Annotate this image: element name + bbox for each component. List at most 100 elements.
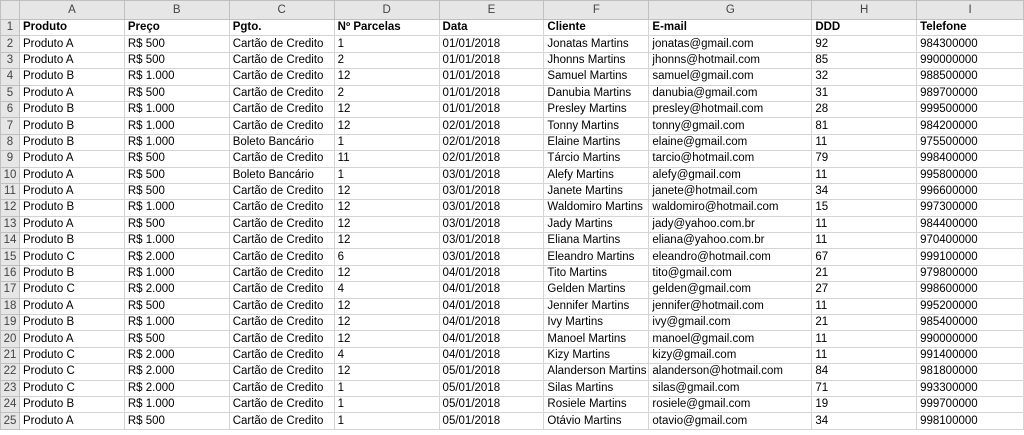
data-cell[interactable]: Silas Martins	[543, 379, 650, 397]
data-cell[interactable]: 998100000	[916, 412, 1024, 430]
data-cell[interactable]: Produto A	[18, 84, 125, 102]
data-cell[interactable]: 991400000	[916, 346, 1024, 365]
row-header[interactable]: 22	[0, 363, 20, 381]
data-cell[interactable]: Alefy Martins	[543, 166, 650, 184]
data-cell[interactable]: R$ 500	[123, 150, 230, 168]
data-cell[interactable]: R$ 1.000	[123, 264, 230, 283]
data-cell[interactable]: 81	[811, 117, 918, 135]
data-cell[interactable]: 03/01/2018	[438, 182, 545, 201]
data-cell[interactable]: 996600000	[916, 182, 1024, 201]
data-cell[interactable]: otavio@gmail.com	[648, 412, 813, 430]
row-header[interactable]: 7	[0, 117, 20, 135]
data-cell[interactable]: Produto B	[18, 232, 125, 250]
data-cell[interactable]: Otávio Martins	[543, 412, 650, 430]
data-cell[interactable]: 12	[333, 232, 440, 250]
data-cell[interactable]: Cartão de Credito	[228, 363, 335, 381]
data-cell[interactable]: 995800000	[916, 166, 1024, 184]
data-cell[interactable]: 12	[333, 199, 440, 217]
data-cell[interactable]: 12	[333, 330, 440, 348]
header-cell[interactable]: Produto	[18, 18, 125, 37]
row-header[interactable]: 10	[0, 166, 20, 184]
data-cell[interactable]: 01/01/2018	[438, 68, 545, 86]
data-cell[interactable]: 04/01/2018	[438, 346, 545, 365]
data-cell[interactable]: Presley Martins	[543, 100, 650, 119]
header-cell[interactable]: Cliente	[543, 18, 650, 37]
data-cell[interactable]: 1	[333, 133, 440, 152]
header-cell[interactable]: DDD	[811, 18, 918, 37]
row-header[interactable]: 16	[0, 264, 20, 283]
data-cell[interactable]: R$ 2.000	[123, 281, 230, 299]
header-cell[interactable]: E-mail	[648, 18, 813, 37]
data-cell[interactable]: 989700000	[916, 84, 1024, 102]
data-cell[interactable]: Tito Martins	[543, 264, 650, 283]
data-cell[interactable]: Jonatas Martins	[543, 35, 650, 53]
data-cell[interactable]: 999100000	[916, 248, 1024, 266]
data-cell[interactable]: Produto B	[18, 264, 125, 283]
data-cell[interactable]: 05/01/2018	[438, 412, 545, 430]
data-cell[interactable]: Produto B	[18, 199, 125, 217]
row-header[interactable]: 19	[0, 314, 20, 332]
data-cell[interactable]: Cartão de Credito	[228, 281, 335, 299]
data-cell[interactable]: 1	[333, 379, 440, 397]
data-cell[interactable]: 28	[811, 100, 918, 119]
data-cell[interactable]: Gelden Martins	[543, 281, 650, 299]
data-cell[interactable]: 1	[333, 412, 440, 430]
data-cell[interactable]: 12	[333, 182, 440, 201]
data-cell[interactable]: Produto B	[18, 314, 125, 332]
data-cell[interactable]: R$ 500	[123, 412, 230, 430]
data-cell[interactable]: 03/01/2018	[438, 166, 545, 184]
data-cell[interactable]: Cartão de Credito	[228, 150, 335, 168]
data-cell[interactable]: R$ 2.000	[123, 346, 230, 365]
row-header[interactable]: 6	[0, 100, 20, 119]
data-cell[interactable]: 03/01/2018	[438, 199, 545, 217]
data-cell[interactable]: ivy@gmail.com	[648, 314, 813, 332]
row-header[interactable]: 13	[0, 215, 20, 234]
data-cell[interactable]: 11	[333, 150, 440, 168]
data-cell[interactable]: 03/01/2018	[438, 248, 545, 266]
data-cell[interactable]: 31	[811, 84, 918, 102]
select-all-corner[interactable]	[0, 0, 20, 20]
data-cell[interactable]: Produto A	[18, 182, 125, 201]
data-cell[interactable]: 71	[811, 379, 918, 397]
data-cell[interactable]: Produto C	[18, 363, 125, 381]
header-cell[interactable]: Telefone	[916, 18, 1024, 37]
data-cell[interactable]: Cartão de Credito	[228, 182, 335, 201]
data-cell[interactable]: 997300000	[916, 199, 1024, 217]
row-header[interactable]: 24	[0, 395, 20, 414]
data-cell[interactable]: Cartão de Credito	[228, 346, 335, 365]
data-cell[interactable]: 999700000	[916, 395, 1024, 414]
data-cell[interactable]: 05/01/2018	[438, 363, 545, 381]
data-cell[interactable]: Cartão de Credito	[228, 215, 335, 234]
data-cell[interactable]: 975500000	[916, 133, 1024, 152]
data-cell[interactable]: Cartão de Credito	[228, 51, 335, 70]
data-cell[interactable]: R$ 1.000	[123, 232, 230, 250]
data-cell[interactable]: Waldomiro Martins	[543, 199, 650, 217]
data-cell[interactable]: Produto C	[18, 281, 125, 299]
data-cell[interactable]: Tonny Martins	[543, 117, 650, 135]
data-cell[interactable]: 11	[811, 166, 918, 184]
row-header[interactable]: 15	[0, 248, 20, 266]
data-cell[interactable]: Jady Martins	[543, 215, 650, 234]
data-cell[interactable]: Jennifer Martins	[543, 297, 650, 316]
column-header-g[interactable]: G	[648, 0, 813, 20]
data-cell[interactable]: 12	[333, 297, 440, 316]
data-cell[interactable]: 04/01/2018	[438, 297, 545, 316]
data-cell[interactable]: 11	[811, 133, 918, 152]
data-cell[interactable]: R$ 500	[123, 215, 230, 234]
data-cell[interactable]: R$ 1.000	[123, 133, 230, 152]
data-cell[interactable]: waldomiro@hotmail.com	[648, 199, 813, 217]
data-cell[interactable]: 985400000	[916, 314, 1024, 332]
data-cell[interactable]: 15	[811, 199, 918, 217]
row-header[interactable]: 21	[0, 346, 20, 365]
data-cell[interactable]: R$ 1.000	[123, 314, 230, 332]
data-cell[interactable]: R$ 500	[123, 51, 230, 70]
data-cell[interactable]: Cartão de Credito	[228, 395, 335, 414]
data-cell[interactable]: 998400000	[916, 150, 1024, 168]
data-cell[interactable]: presley@hotmail.com	[648, 100, 813, 119]
data-cell[interactable]: Produto B	[18, 100, 125, 119]
row-header[interactable]: 9	[0, 150, 20, 168]
data-cell[interactable]: 1	[333, 395, 440, 414]
data-cell[interactable]: 984200000	[916, 117, 1024, 135]
data-cell[interactable]: 11	[811, 330, 918, 348]
row-header[interactable]: 3	[0, 51, 20, 70]
